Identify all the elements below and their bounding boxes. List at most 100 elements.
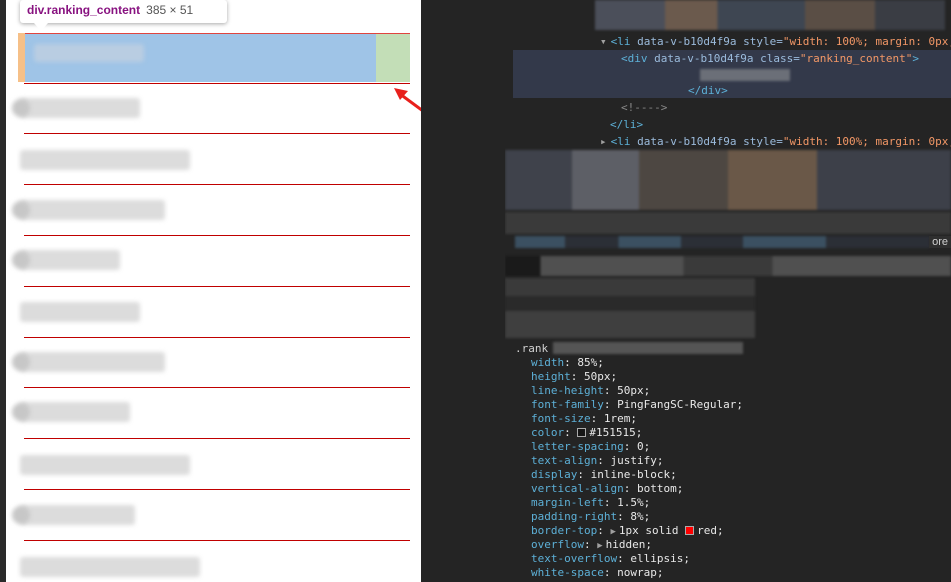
css-property-name[interactable]: font-family <box>531 398 604 411</box>
css-property-name[interactable]: padding-right <box>531 510 617 523</box>
node-comment[interactable]: <!----> <box>621 101 667 114</box>
row-text-blurred[interactable] <box>20 98 140 118</box>
node-li-2[interactable]: ▸ <li data-v-b10d4f9a style="width: 100%;… <box>600 135 951 148</box>
css-property-value[interactable]: 85%; <box>577 356 604 369</box>
css-property-value[interactable]: 0; <box>637 440 650 453</box>
css-declaration[interactable]: line-height: 50px; <box>531 384 650 397</box>
css-property-name[interactable]: overflow <box>531 538 584 551</box>
devtools-panel: ▾ <li data-v-b10d4f9a style="width: 100%;… <box>505 0 951 582</box>
css-property-name[interactable]: text-overflow <box>531 552 617 565</box>
expanded-triangle-icon[interactable]: ▾ <box>600 35 607 48</box>
css-declaration[interactable]: width: 85%; <box>531 356 604 369</box>
css-property-value[interactable]: justify; <box>610 454 663 467</box>
css-property-value[interactable]: 8%; <box>630 510 650 523</box>
css-declaration[interactable]: text-overflow: ellipsis; <box>531 552 690 565</box>
row-text-blurred[interactable] <box>20 250 120 270</box>
css-property-name[interactable]: letter-spacing <box>531 440 624 453</box>
pixelated-node-text <box>700 69 790 81</box>
tooltip-dimensions: 385 × 51 <box>146 3 194 17</box>
css-declaration[interactable]: padding-right: 8%; <box>531 510 650 523</box>
node-div-ranking-content[interactable]: <div data-v-b10d4f9a class="ranking_cont… <box>621 52 919 65</box>
row-border-line <box>24 133 410 134</box>
row-text-blurred[interactable] <box>20 352 165 372</box>
tooltip-selector: div.ranking_content <box>27 3 141 17</box>
css-declaration[interactable]: font-family: PingFangSC-Regular; <box>531 398 743 411</box>
css-declaration[interactable]: text-align: justify; <box>531 454 663 467</box>
css-property-value[interactable]: nowrap; <box>617 566 663 579</box>
css-declaration[interactable]: white-space: nowrap; <box>531 566 663 579</box>
css-declaration[interactable]: border-top: ▶ 1px solid red; <box>531 524 724 537</box>
expand-shorthand-icon[interactable]: ▶ <box>610 527 615 537</box>
row-border-line <box>24 184 410 185</box>
css-property-name[interactable]: font-size <box>531 412 591 425</box>
row-border-line <box>24 540 410 541</box>
css-property-name[interactable]: margin-left <box>531 496 604 509</box>
row-text-blurred[interactable] <box>20 505 135 525</box>
pixelated-style-rules <box>505 278 755 338</box>
color-swatch-icon[interactable] <box>577 428 587 437</box>
css-property-value[interactable]: 1rem; <box>604 412 637 425</box>
css-declaration[interactable]: font-size: 1rem; <box>531 412 637 425</box>
css-property-name[interactable]: vertical-align <box>531 482 624 495</box>
node-li-1[interactable]: ▾ <li data-v-b10d4f9a style="width: 100%;… <box>600 35 951 48</box>
css-property-name[interactable]: color <box>531 426 564 439</box>
row-border-line <box>24 438 410 439</box>
collapsed-triangle-icon[interactable]: ▸ <box>600 135 607 148</box>
row-avatar-blurred <box>12 201 30 219</box>
css-declaration[interactable]: vertical-align: bottom; <box>531 482 683 495</box>
css-property-name[interactable]: display <box>531 468 577 481</box>
row-avatar-blurred <box>12 251 30 269</box>
pixelated-tabs <box>515 236 930 248</box>
css-property-value[interactable]: bottom; <box>637 482 683 495</box>
styles-pane: .rank width: 85%; height: 50px; line-heigh… <box>505 340 951 582</box>
row-text-blurred[interactable] <box>20 557 200 577</box>
css-property-name[interactable]: white-space <box>531 566 604 579</box>
css-property-value[interactable]: red; <box>697 524 724 537</box>
color-swatch-icon[interactable] <box>685 526 695 535</box>
row-text-blurred[interactable] <box>20 200 165 220</box>
highlight-border-top <box>25 33 410 34</box>
highlight-padding <box>376 33 410 82</box>
css-property-value[interactable]: hidden; <box>606 538 652 551</box>
pixelated-selector-tail <box>553 342 743 354</box>
panel-divider <box>421 0 505 582</box>
row-text-blurred[interactable] <box>20 402 130 422</box>
css-property-value[interactable]: 50px; <box>617 384 650 397</box>
annotation-arrow-icon <box>394 88 421 112</box>
row-border-line <box>24 337 410 338</box>
css-declaration[interactable]: display: inline-block; <box>531 468 677 481</box>
css-property-value[interactable]: 50px; <box>584 370 617 383</box>
row-text-blurred[interactable] <box>20 150 190 170</box>
css-declaration[interactable]: color: #151515; <box>531 426 642 439</box>
node-div-close: </div> <box>688 84 728 97</box>
highlight-margin <box>18 33 25 82</box>
css-declaration[interactable]: height: 50px; <box>531 370 617 383</box>
expand-shorthand-icon[interactable]: ▶ <box>597 541 602 551</box>
pixelated-breadcrumb <box>505 212 951 234</box>
css-property-name[interactable]: text-align <box>531 454 597 467</box>
css-property-name[interactable]: border-top <box>531 524 597 537</box>
css-property-value[interactable]: #151515; <box>589 426 642 439</box>
css-property-name[interactable]: height <box>531 370 571 383</box>
row-border-line <box>24 235 410 236</box>
css-property-name[interactable]: line-height <box>531 384 604 397</box>
css-property-value[interactable]: PingFangSC-Regular; <box>617 398 743 411</box>
pixelated-element-tree <box>595 0 945 30</box>
row-text-blurred[interactable] <box>20 302 140 322</box>
css-property-value[interactable]: ellipsis; <box>630 552 690 565</box>
css-property-value[interactable]: 1.5%; <box>617 496 650 509</box>
css-property-value[interactable]: inline-block; <box>591 468 677 481</box>
css-declaration[interactable]: letter-spacing: 0; <box>531 440 650 453</box>
css-declaration[interactable]: margin-left: 1.5%; <box>531 496 650 509</box>
row-border-line <box>24 83 410 84</box>
rule-selector[interactable]: .rank <box>515 342 548 355</box>
row-border-line <box>24 387 410 388</box>
row-border-line <box>24 489 410 490</box>
element-inspect-tooltip: div.ranking_content 385 × 51 <box>20 0 227 23</box>
row-avatar-blurred <box>12 353 30 371</box>
row-text-blurred[interactable] <box>20 455 190 475</box>
css-declaration[interactable]: overflow: ▶ hidden; <box>531 538 652 551</box>
row-border-line <box>24 286 410 287</box>
more-tabs-button[interactable]: ore <box>929 236 951 248</box>
css-property-name[interactable]: width <box>531 356 564 369</box>
